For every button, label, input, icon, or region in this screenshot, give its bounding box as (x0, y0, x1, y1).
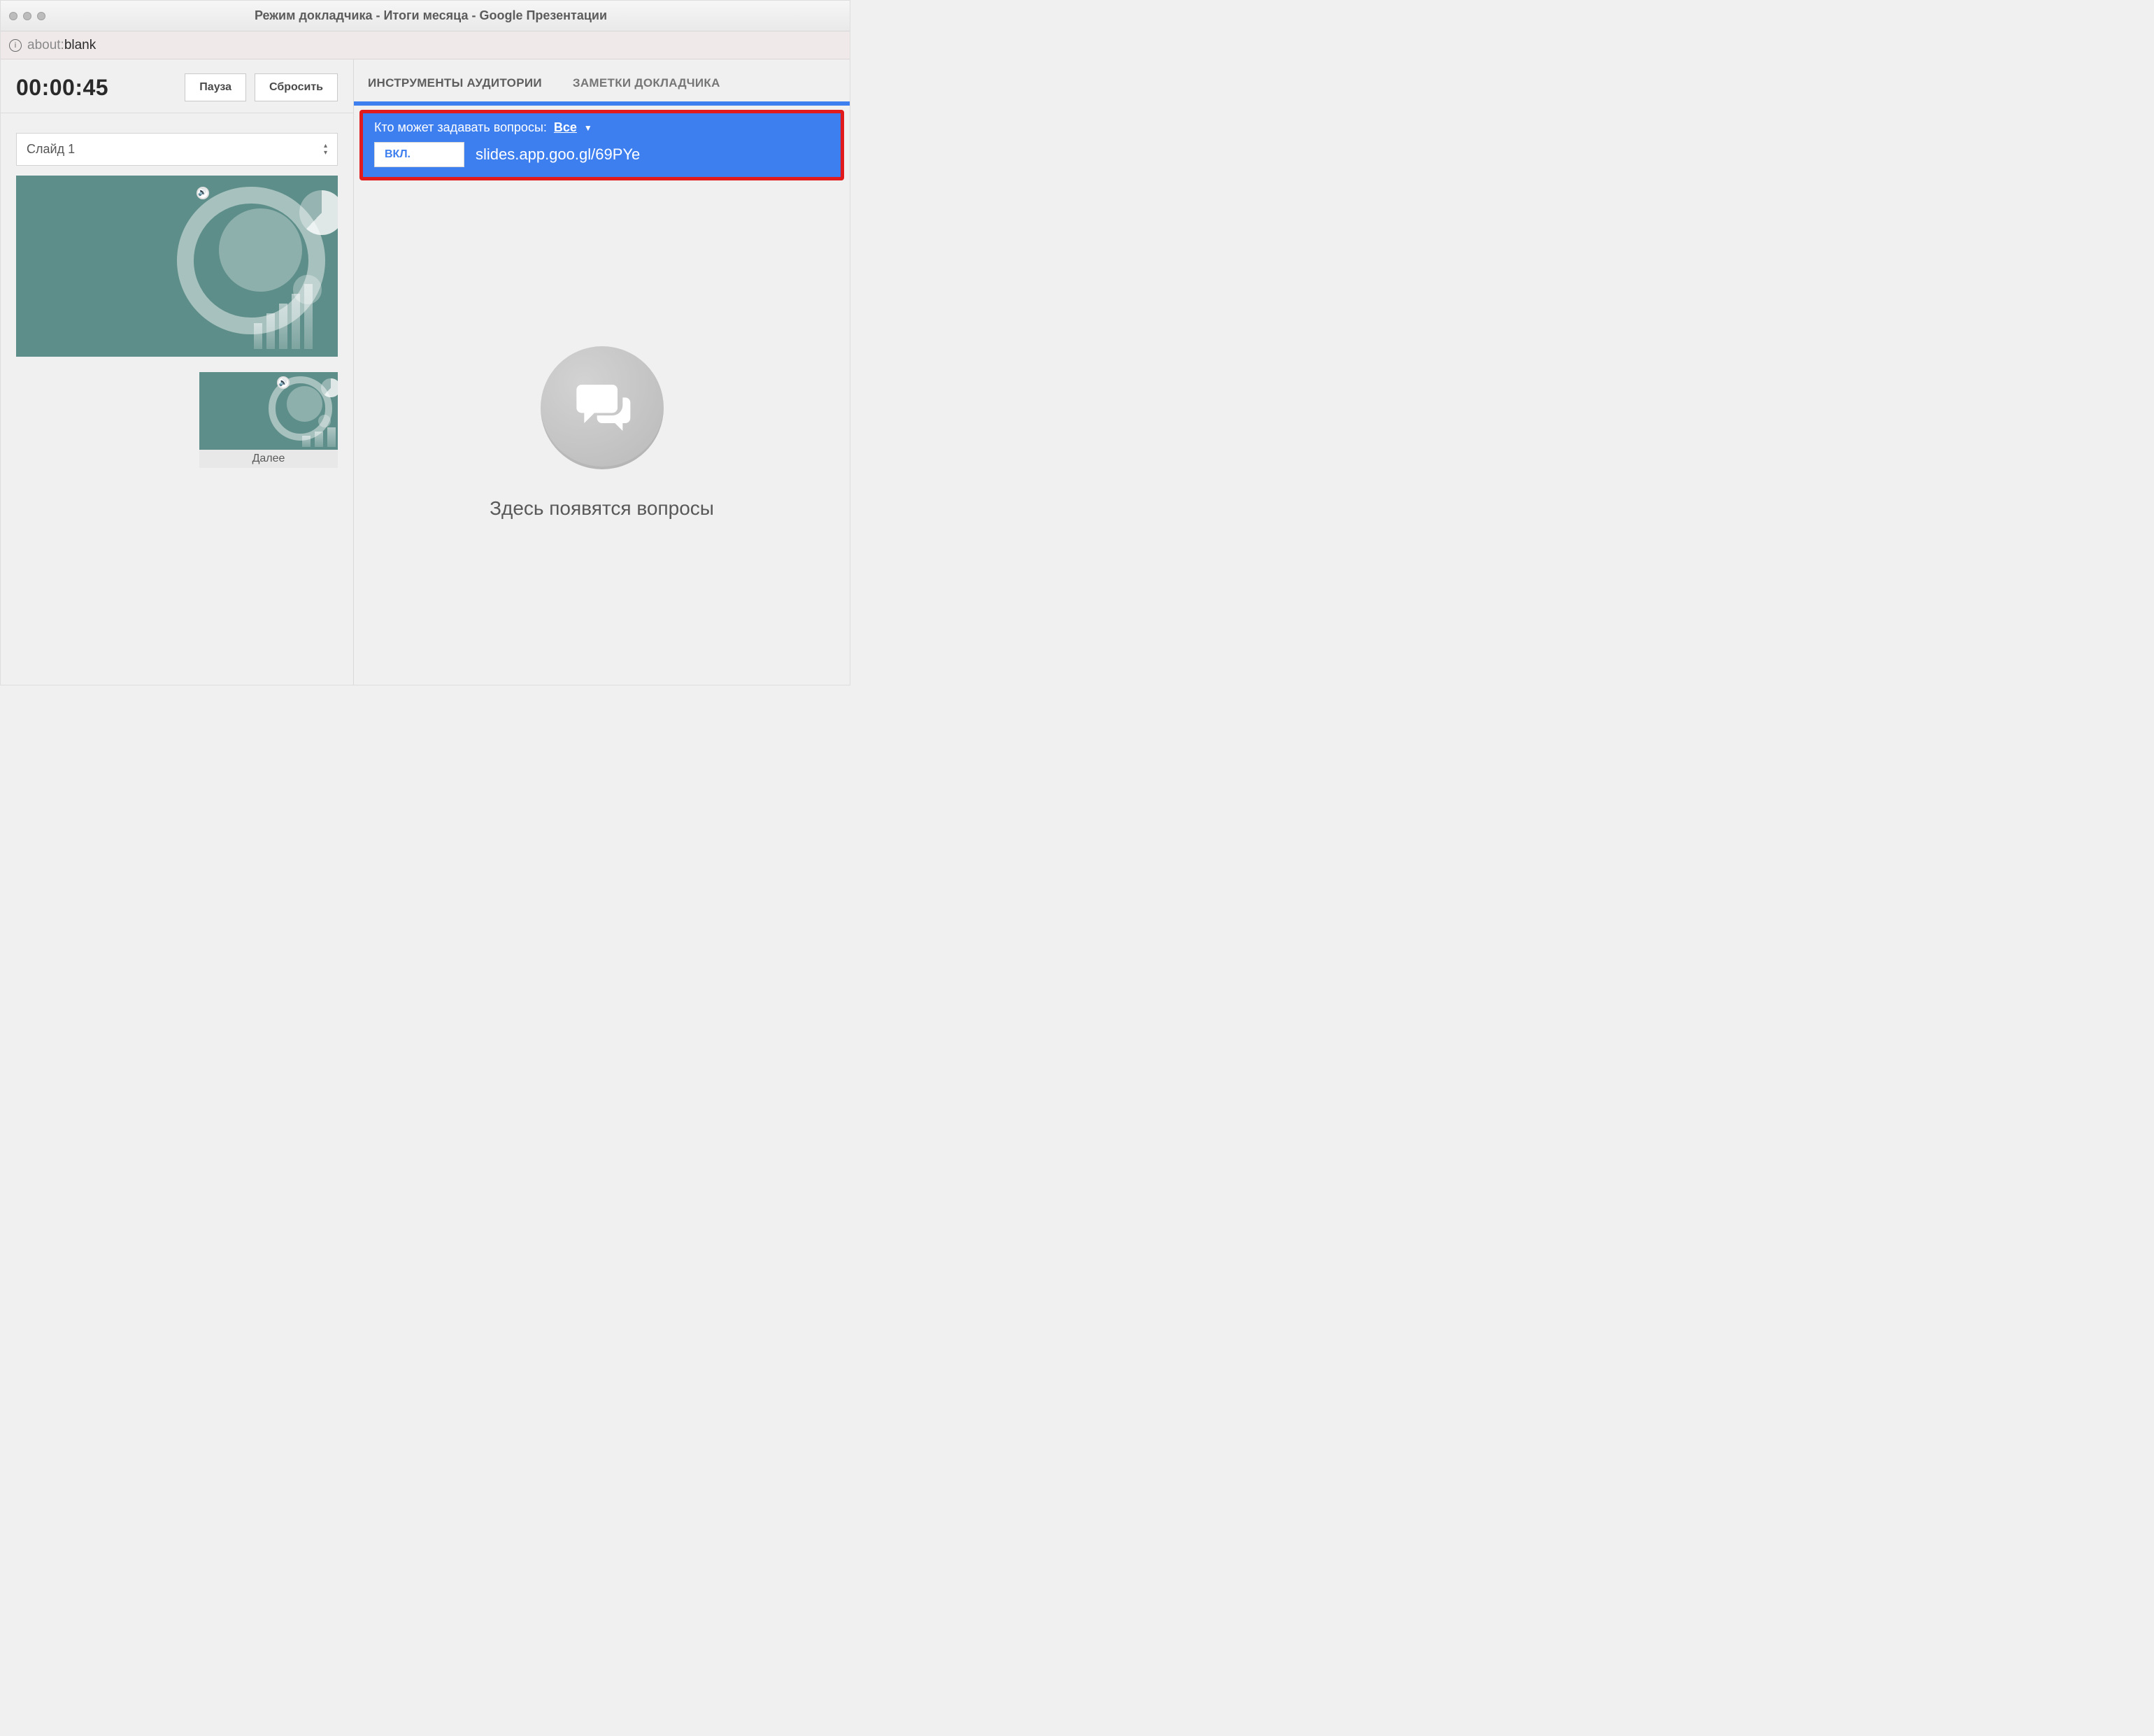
chat-icon (571, 377, 633, 439)
questions-empty-text: Здесь появятся вопросы (490, 497, 714, 520)
window-controls (9, 12, 45, 20)
address-text[interactable]: about:blank (27, 38, 96, 53)
questions-area: Здесь появятся вопросы (354, 180, 850, 685)
qa-toggle-knob (420, 143, 464, 166)
next-caption: Далее (199, 450, 338, 468)
tab-speaker-notes[interactable]: ЗАМЕТКИ ДОКЛАДЧИКА (573, 76, 720, 101)
updown-icon: ▴▾ (324, 143, 327, 156)
slide-picker-label: Слайд 1 (27, 142, 75, 157)
right-pane: ИНСТРУМЕНТЫ АУДИТОРИИ ЗАМЕТКИ ДОКЛАДЧИКА… (354, 59, 850, 685)
zoom-dot-icon[interactable] (37, 12, 45, 20)
close-dot-icon[interactable] (9, 12, 17, 20)
next-slide-wrap: 🔊 Далее (199, 372, 338, 468)
address-scheme: about: (27, 38, 64, 52)
pause-button[interactable]: Пауза (185, 73, 246, 101)
timer-display: 00:00:45 (16, 75, 176, 101)
highlight-box: Кто может задавать вопросы: Все ▼ ВКЛ. s… (359, 110, 844, 180)
tab-audience-tools[interactable]: ИНСТРУМЕНТЫ АУДИТОРИИ (368, 76, 542, 101)
who-label: Кто может задавать вопросы: (374, 120, 547, 135)
qa-url[interactable]: slides.app.goo.gl/69PYe (476, 145, 640, 164)
chevron-down-icon: ▼ (584, 123, 592, 133)
questions-empty-icon (541, 346, 664, 469)
who-dropdown[interactable]: Все (554, 120, 577, 135)
next-slide-art: 🔊 (199, 372, 338, 450)
audience-tools-panel: Кто может задавать вопросы: Все ▼ ВКЛ. s… (363, 113, 841, 177)
minimize-dot-icon[interactable] (23, 12, 31, 20)
timer-row: 00:00:45 Пауза Сбросить (1, 59, 353, 113)
window-title: Режим докладчика - Итоги месяца - Google… (57, 8, 805, 23)
current-slide-preview[interactable]: 🔊 (16, 176, 338, 357)
current-slide-preview-wrap: 🔊 (1, 173, 353, 360)
qa-toggle[interactable]: ВКЛ. (374, 142, 464, 167)
qa-toggle-label: ВКЛ. (375, 148, 420, 161)
who-can-ask-row: Кто может задавать вопросы: Все ▼ (374, 120, 829, 135)
content: 00:00:45 Пауза Сбросить Слайд 1 ▴▾ (1, 59, 850, 685)
slide-art: 🔊 (16, 176, 338, 357)
audio-badge-icon: 🔊 (197, 187, 209, 199)
qa-toggle-row: ВКЛ. slides.app.goo.gl/69PYe (374, 142, 829, 167)
tabs: ИНСТРУМЕНТЫ АУДИТОРИИ ЗАМЕТКИ ДОКЛАДЧИКА (354, 59, 850, 101)
tab-underline (354, 101, 850, 106)
address-bar: i about:blank (1, 31, 850, 59)
slide-picker[interactable]: Слайд 1 ▴▾ (16, 133, 338, 166)
who-value: Все (554, 120, 577, 134)
info-icon[interactable]: i (9, 39, 22, 52)
reset-button[interactable]: Сбросить (255, 73, 338, 101)
next-slide-preview[interactable]: 🔊 (199, 372, 338, 450)
presenter-window: Режим докладчика - Итоги месяца - Google… (0, 0, 850, 685)
titlebar: Режим докладчика - Итоги месяца - Google… (1, 1, 850, 31)
left-pane: 00:00:45 Пауза Сбросить Слайд 1 ▴▾ (1, 59, 354, 685)
address-path: blank (64, 38, 96, 52)
